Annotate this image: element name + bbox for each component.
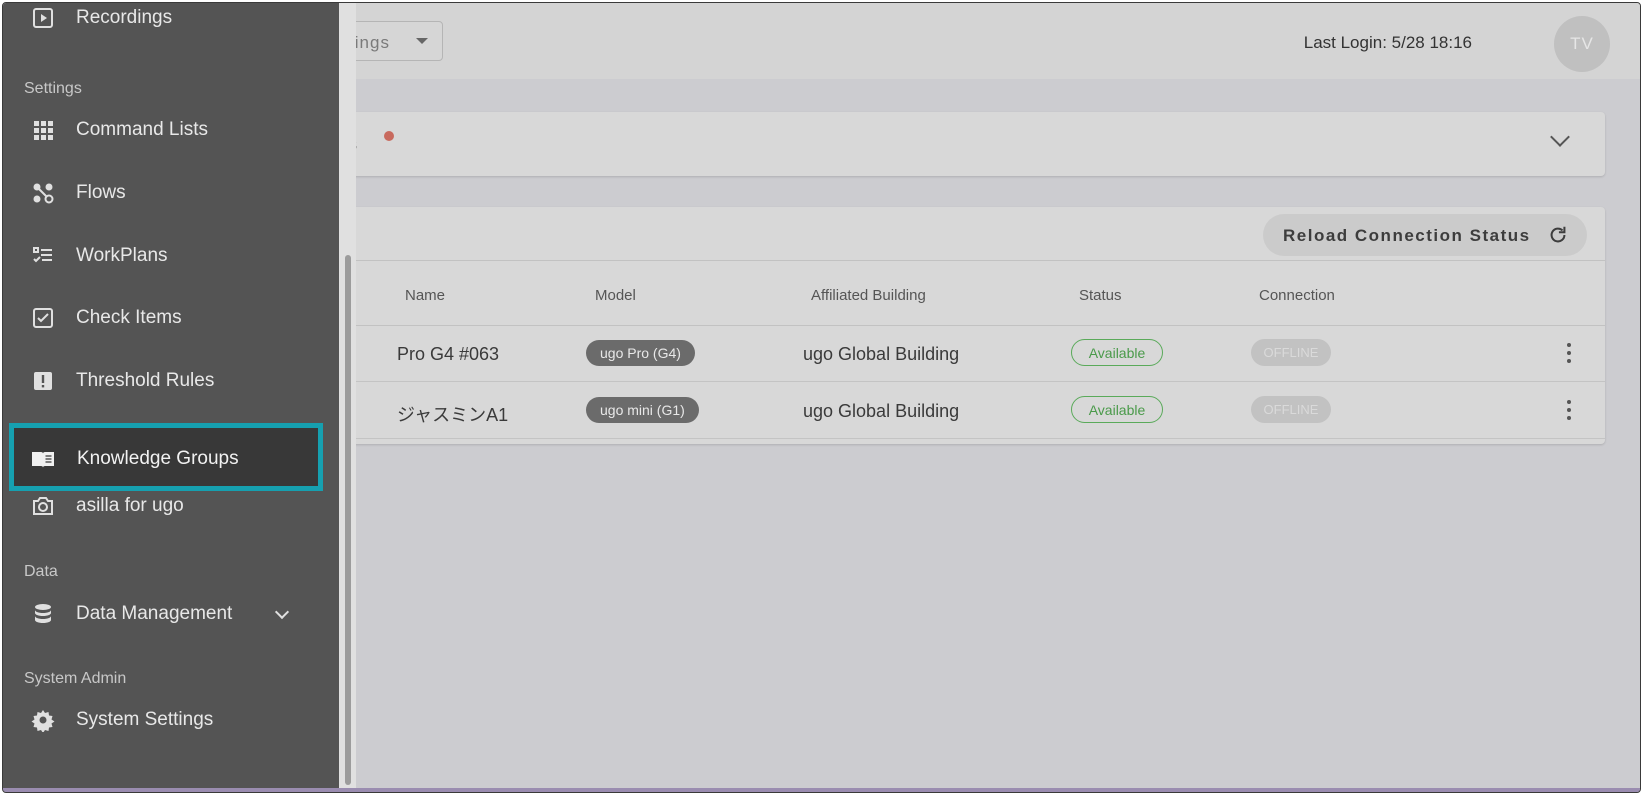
table-header: Name Model Affiliated Building Status Co… [333,260,1605,326]
caret-down-icon [416,38,428,44]
sidebar-item-label: Threshold Rules [76,370,215,391]
col-status-header: Status [1079,287,1122,304]
table-row[interactable]: Pro G4 #063 ugo Pro (G4) ugo Global Buil… [333,325,1605,382]
section-title-settings: Settings [24,80,82,97]
window-bottom-edge [3,788,1640,792]
table-row[interactable]: ジャスミンA1 ugo mini (G1) ugo Global Buildin… [333,382,1605,439]
col-model-header: Model [595,287,636,304]
check-box-icon [33,308,53,328]
play-box-icon [33,8,53,28]
sidebar-item-label: Knowledge Groups [77,448,239,469]
sidebar-scrollbar[interactable] [339,3,356,792]
chevron-down-icon[interactable] [274,604,290,620]
grid-icon [34,121,53,140]
section-title-system-admin: System Admin [24,670,127,687]
sidebar: Recordings Settings Command Lists Flows [3,3,339,792]
sidebar-item-label: Data Management [76,603,233,624]
sidebar-item-asilla-for-ugo[interactable]: asilla for ugo [21,480,323,532]
sidebar-item-data-management[interactable]: Data Management [21,588,323,640]
sidebar-item-system-settings[interactable]: System Settings [21,694,323,746]
refresh-icon [1550,226,1566,243]
last-login-text: Last Login: 5/28 18:16 [1303,33,1472,52]
reload-connection-label: Reload Connection Status [1283,226,1531,245]
connection-badge: OFFLINE [1251,339,1331,366]
sidebar-item-label: asilla for ugo [76,495,184,516]
section-title-data: Data [24,563,58,580]
sidebar-item-label: WorkPlans [76,245,168,266]
sidebar-item-label: Flows [76,182,126,203]
chevron-down-icon[interactable] [1550,127,1570,147]
database-icon [35,604,51,623]
sidebar-item-flows[interactable]: Flows [21,167,323,219]
col-name-header: Name [405,287,446,304]
notifications-panel[interactable]: nts [333,112,1605,176]
sidebar-item-label: Recordings [76,7,173,28]
sidebar-item-label: Command Lists [76,119,208,140]
sidebar-item-workplans[interactable]: WorkPlans [21,230,323,282]
camera-icon [33,497,53,515]
notification-dot [384,131,394,141]
building-name: ugo Global Building [803,401,960,421]
robot-name: ジャスミンA1 [397,405,509,425]
avatar[interactable]: TV [1554,16,1610,72]
status-badge: Available [1071,396,1163,423]
gear-icon [31,710,55,732]
checklist-icon [33,247,52,263]
exclamation-icon [34,372,52,390]
building-name: ugo Global Building [803,344,960,364]
model-chip: ugo Pro (G4) [586,340,695,366]
sidebar-item-label: System Settings [76,709,214,730]
sidebar-item-check-items[interactable]: Check Items [21,292,323,344]
sidebar-item-threshold-rules[interactable]: Threshold Rules [21,355,323,407]
app-window: lings Last Login: 5/28 18:16 TV nts Relo… [2,2,1641,793]
reload-connection-button[interactable]: Reload Connection Status [1263,214,1587,256]
more-vert-icon[interactable] [1567,400,1571,420]
model-chip: ugo mini (G1) [586,397,699,423]
sidebar-item-label: Check Items [76,307,182,328]
robot-name: Pro G4 #063 [397,344,500,364]
flow-icon [33,183,54,204]
col-connection-header: Connection [1259,287,1335,304]
sidebar-item-recordings[interactable]: Recordings [21,3,323,44]
robot-list-panel: Reload Connection Status Name Model Affi… [333,207,1605,444]
status-badge: Available [1071,339,1163,366]
sidebar-item-command-lists[interactable]: Command Lists [21,104,323,156]
more-vert-icon[interactable] [1567,343,1571,363]
col-building-header: Affiliated Building [811,287,926,304]
book-icon [32,452,54,468]
connection-badge: OFFLINE [1251,396,1331,423]
scrollbar-thumb[interactable] [345,255,351,785]
